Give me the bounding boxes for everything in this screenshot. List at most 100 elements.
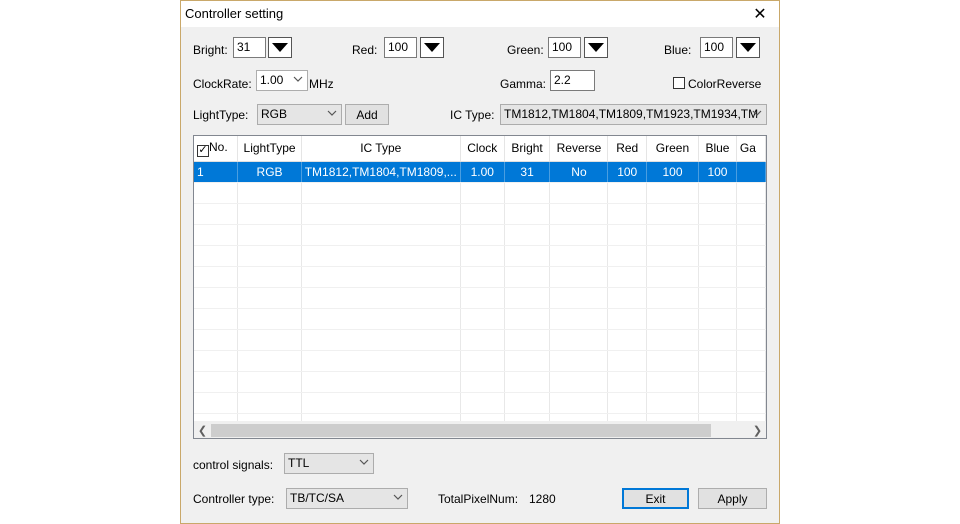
clockrate-select[interactable]: 1.00 <box>256 70 308 91</box>
empty-cell <box>237 371 302 393</box>
blue-label: Blue: <box>664 43 692 57</box>
col-header-clock[interactable]: Clock <box>460 136 505 162</box>
table-cell: 100 <box>607 161 647 183</box>
empty-cell <box>237 392 302 414</box>
empty-table-row <box>194 329 766 351</box>
control-signals-select[interactable]: TTL <box>284 453 374 474</box>
empty-table-row <box>194 224 766 246</box>
col-header-reverse[interactable]: Reverse <box>549 136 609 162</box>
empty-cell <box>301 182 461 204</box>
title-bar: Controller setting ✕ <box>181 1 779 27</box>
empty-cell <box>698 224 737 246</box>
triangle-down-icon <box>588 43 604 52</box>
empty-cell <box>736 266 766 288</box>
table-cell: No <box>549 161 609 183</box>
empty-cell <box>607 329 647 351</box>
col-header-gamma[interactable]: Ga <box>736 136 766 162</box>
window-title: Controller setting <box>185 6 284 21</box>
control-signals-label: control signals: <box>193 458 274 472</box>
empty-table-row <box>194 245 766 267</box>
ictype-select[interactable]: TM1812,TM1804,TM1809,TM1923,TM1934,TM <box>500 104 767 125</box>
empty-cell <box>698 308 737 330</box>
horizontal-scrollbar[interactable]: ❮ ❯ <box>194 421 766 438</box>
empty-cell <box>460 224 505 246</box>
empty-table-row <box>194 287 766 309</box>
colorreverse-checkbox[interactable] <box>673 77 685 89</box>
empty-cell <box>646 308 700 330</box>
empty-cell <box>504 182 551 204</box>
col-header-lighttype[interactable]: LightType <box>237 136 302 162</box>
table-cell: 1.00 <box>460 161 505 183</box>
table-cell <box>736 161 766 183</box>
scroll-left-icon[interactable]: ❮ <box>194 422 211 438</box>
scroll-thumb[interactable] <box>211 424 711 437</box>
empty-cell <box>237 245 302 267</box>
empty-cell <box>460 308 505 330</box>
red-label: Red: <box>352 43 378 57</box>
green-dropdown-button[interactable] <box>584 37 608 58</box>
empty-cell <box>607 350 647 372</box>
empty-cell <box>504 329 551 351</box>
lighttype-label: LightType: <box>193 108 249 122</box>
empty-table-row <box>194 182 766 204</box>
total-pixel-value: 1280 <box>529 492 556 506</box>
empty-cell <box>698 245 737 267</box>
blue-dropdown-button[interactable] <box>736 37 760 58</box>
select-all-checkbox[interactable]: ✓ <box>197 144 209 157</box>
empty-cell <box>698 203 737 225</box>
red-input[interactable]: 100 <box>384 37 417 58</box>
col-header-ictype[interactable]: IC Type <box>301 136 461 162</box>
bright-dropdown-button[interactable] <box>268 37 292 58</box>
empty-cell <box>646 224 700 246</box>
empty-cell <box>607 308 647 330</box>
empty-cell <box>504 287 551 309</box>
col-header-green[interactable]: Green <box>646 136 700 162</box>
empty-cell <box>607 224 647 246</box>
gamma-input[interactable]: 2.2 <box>550 70 595 91</box>
green-input[interactable]: 100 <box>548 37 581 58</box>
col-header-bright[interactable]: Bright <box>504 136 551 162</box>
exit-button[interactable]: Exit <box>622 488 689 509</box>
close-icon[interactable]: ✕ <box>745 2 775 26</box>
col-header-no[interactable]: ✓No. <box>194 136 239 162</box>
green-label: Green: <box>507 43 544 57</box>
table-row[interactable]: 1 RGB TM1812,TM1804,TM1809,... 1.00 31 No 100 1… <box>194 161 766 183</box>
empty-cell <box>646 182 700 204</box>
empty-cell <box>646 266 700 288</box>
empty-table-row <box>194 308 766 330</box>
gamma-label: Gamma: <box>500 77 547 91</box>
add-button[interactable]: Add <box>345 104 389 125</box>
red-dropdown-button[interactable] <box>420 37 444 58</box>
blue-input[interactable]: 100 <box>700 37 733 58</box>
col-header-red[interactable]: Red <box>607 136 647 162</box>
empty-cell <box>549 266 609 288</box>
chevron-down-icon <box>752 110 762 116</box>
table-cell: RGB <box>237 161 302 183</box>
empty-cell <box>549 392 609 414</box>
empty-cell <box>549 203 609 225</box>
controller-type-value: TB/TC/SA <box>290 491 345 505</box>
table-cell: 31 <box>504 161 551 183</box>
controller-list-grid[interactable]: ✓No. LightType IC Type Clock Bright Reve… <box>193 135 767 439</box>
apply-button[interactable]: Apply <box>698 488 767 509</box>
lighttype-select[interactable]: RGB <box>257 104 342 125</box>
empty-cell <box>607 371 647 393</box>
empty-cell <box>301 203 461 225</box>
empty-cell <box>646 329 700 351</box>
empty-table-row <box>194 392 766 414</box>
empty-cell <box>460 350 505 372</box>
chevron-down-icon <box>327 110 337 116</box>
scroll-right-icon[interactable]: ❯ <box>749 422 766 438</box>
controller-type-select[interactable]: TB/TC/SA <box>286 488 408 509</box>
table-cell: 1 <box>194 161 239 183</box>
empty-cell <box>194 287 239 309</box>
ictype-label: IC Type: <box>450 108 495 122</box>
empty-cell <box>646 371 700 393</box>
empty-cell <box>194 329 239 351</box>
bright-input[interactable]: 31 <box>233 37 266 58</box>
empty-cell <box>237 266 302 288</box>
col-header-blue[interactable]: Blue <box>698 136 737 162</box>
empty-cell <box>736 245 766 267</box>
bright-label: Bright: <box>193 43 228 57</box>
empty-cell <box>194 308 239 330</box>
